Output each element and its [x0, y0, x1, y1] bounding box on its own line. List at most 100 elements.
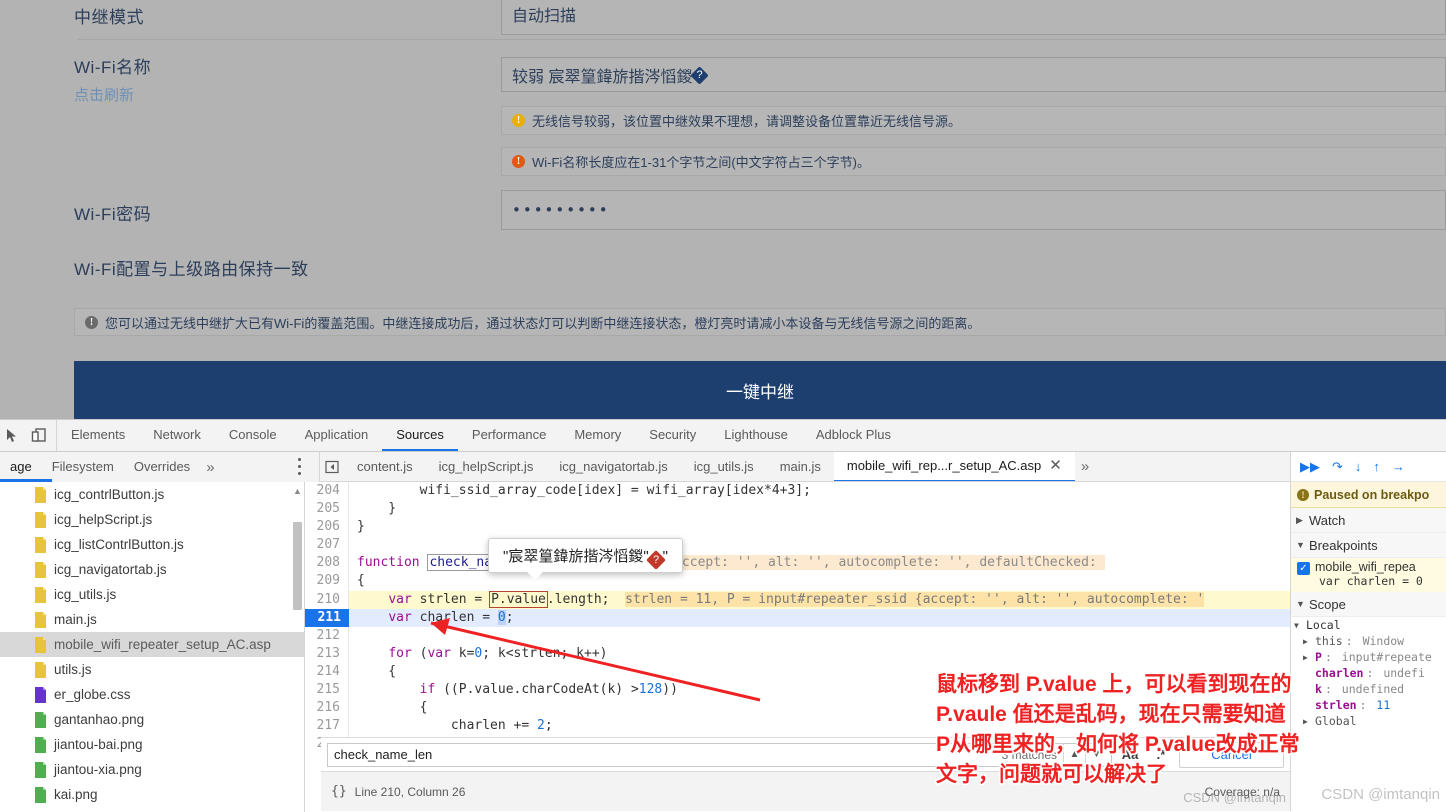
tree-item-partial[interactable] — [0, 807, 304, 812]
tree-item-er-globe-css[interactable]: er_globe.css — [0, 682, 304, 707]
tree-item-jiantou-xia-png[interactable]: jiantou-xia.png — [0, 757, 304, 782]
section-scope[interactable]: ▼ Scope — [1291, 592, 1446, 617]
scope-var-value: 11 — [1376, 698, 1390, 712]
step-over-icon[interactable]: ↷ — [1332, 460, 1343, 473]
tree-item-icg-listcontrlbutton-js[interactable]: icg_listContrlButton.js — [0, 532, 304, 557]
find-previous-icon[interactable]: ▲ — [1063, 743, 1085, 767]
resume-script-icon[interactable]: ▶▶ — [1300, 460, 1320, 473]
field-row-sync-config: Wi-Fi配置与上级路由保持一致 — [74, 255, 309, 280]
line-number: 217 — [305, 717, 349, 735]
value-wifi-ssid: 较弱 宸翠篁鍏旂揩涔慆鍐 — [512, 63, 692, 87]
code-line-207: 207 — [305, 536, 1434, 554]
tab-network[interactable]: Network — [139, 420, 215, 451]
hovered-expression[interactable]: P.value — [489, 591, 548, 608]
tab-elements[interactable]: Elements — [57, 420, 139, 451]
device-toolbar-icon[interactable] — [30, 427, 48, 445]
tab-memory[interactable]: Memory — [560, 420, 635, 451]
scope-local[interactable]: ▼ Local — [1291, 617, 1446, 633]
tree-item-jiantou-bai-png[interactable]: jiantou-bai.png — [0, 732, 304, 757]
inspect-element-icon[interactable] — [4, 427, 22, 445]
line-text: var strlen = P.value.length; strlen = 11… — [349, 591, 1434, 609]
info-note-text: 您可以通过无线中继扩大已有Wi-Fi的覆盖范围。中继连接成功后，通过状态灯可以判… — [105, 313, 980, 332]
editor-tab-icg-utils-js[interactable]: icg_utils.js — [681, 452, 767, 482]
pretty-print-icon[interactable]: {} — [331, 784, 347, 799]
tab-performance[interactable]: Performance — [458, 420, 560, 451]
editor-tab-content-js[interactable]: content.js — [344, 452, 426, 482]
tab-sources[interactable]: Sources — [382, 420, 458, 451]
tab-security[interactable]: Security — [635, 420, 710, 451]
line-number: 207 — [305, 536, 349, 554]
more-options-icon[interactable] — [298, 458, 301, 475]
breakpoint-checkbox[interactable]: ✓ — [1297, 562, 1310, 575]
search-input[interactable] — [332, 746, 1002, 763]
file-tree-scrollbar[interactable]: ▲ — [293, 486, 302, 808]
debugger-sidebar: ▶▶ ↷ ↓ ↑ → ! Paused on breakpo ▶ Watch ▼… — [1290, 452, 1446, 811]
scope-var-name: this — [1315, 634, 1343, 648]
breakpoint-item[interactable]: ✓ mobile_wifi_repea var charlen = 0 — [1291, 558, 1446, 592]
line-text: } — [349, 518, 1434, 536]
tooltip-text: "宸翠篁鍏旂揩涔慆鍐" — [503, 548, 649, 565]
editor-tab-icg-navigatortab-js[interactable]: icg_navigatortab.js — [546, 452, 680, 482]
link-refresh-scan[interactable]: 点击刷新 — [74, 84, 151, 105]
tree-item-icg-navigatortab-js[interactable]: icg_navigatortab.js — [0, 557, 304, 582]
tab-console[interactable]: Console — [215, 420, 291, 451]
collapse-sidebar-icon[interactable] — [320, 452, 344, 482]
step-icon[interactable]: → — [1392, 460, 1405, 473]
editor-tab-mobile-wifi-repeater-setup[interactable]: mobile_wifi_rep...r_setup_AC.asp ✕ — [834, 452, 1075, 482]
tab-application[interactable]: Application — [291, 420, 383, 451]
subtab-page[interactable]: age — [0, 453, 42, 481]
sources-subheader: age Filesystem Overrides » content.js ic… — [0, 452, 1446, 482]
tree-item-label: icg_listContrlButton.js — [54, 537, 184, 552]
line-text: } — [349, 500, 1434, 518]
line-text: { — [349, 572, 1434, 590]
tree-item-icg-utils-js[interactable]: icg_utils.js — [0, 582, 304, 607]
one-key-relay-button[interactable]: 一键中继 — [74, 361, 1446, 419]
line-number: 212 — [305, 627, 349, 645]
scroll-up-icon[interactable]: ▲ — [293, 486, 302, 496]
scope-var-this[interactable]: ▶ this: Window — [1291, 633, 1446, 649]
scope-global[interactable]: ▶ Global — [1291, 713, 1446, 729]
tree-item-icg-helpscript-js[interactable]: icg_helpScript.js — [0, 507, 304, 532]
tab-adblock-plus[interactable]: Adblock Plus — [802, 420, 905, 451]
code-line-214: 214 { — [305, 663, 1434, 681]
input-wifi-ssid[interactable]: 较弱 宸翠篁鍏旂揩涔慆鍐? — [501, 57, 1446, 92]
subtab-overrides[interactable]: Overrides — [124, 453, 200, 481]
line-text — [349, 627, 1434, 645]
cancel-button[interactable]: Cancel — [1179, 742, 1284, 768]
tree-item-kai-png[interactable]: kai.png — [0, 782, 304, 807]
match-case-toggle[interactable]: Aa — [1117, 747, 1143, 762]
scope-var-k: k: undefined — [1291, 681, 1446, 697]
input-wifi-password[interactable]: ••••••••• — [501, 190, 1446, 230]
input-relay-mode[interactable]: 自动扫描 — [501, 0, 1446, 35]
scroll-thumb[interactable] — [293, 522, 302, 610]
tree-item-icg-contrlbutton-js[interactable]: icg_contrlButton.js — [0, 482, 304, 507]
more-subtabs-icon[interactable]: » — [200, 459, 220, 476]
step-out-icon[interactable]: ↑ — [1373, 460, 1380, 473]
regex-toggle[interactable]: .* — [1148, 747, 1174, 762]
scope-var-p[interactable]: ▶ P: input#repeate — [1291, 649, 1446, 665]
editor-tab-main-js[interactable]: main.js — [767, 452, 834, 482]
tree-item-main-js[interactable]: main.js — [0, 607, 304, 632]
file-tree[interactable]: icg_contrlButton.js icg_helpScript.js ic… — [0, 482, 305, 812]
tree-item-utils-js[interactable]: utils.js — [0, 657, 304, 682]
image-file-icon — [34, 737, 47, 753]
step-into-icon[interactable]: ↓ — [1355, 460, 1362, 473]
close-icon[interactable]: ✕ — [1049, 458, 1062, 473]
alert-ssid-length-text: Wi-Fi名称长度应在1-31个字节之间(中文字符占三个字节)。 — [532, 152, 870, 171]
tree-item-mobile-wifi-repeater-setup-ac-asp[interactable]: mobile_wifi_repeater_setup_AC.asp — [0, 632, 304, 657]
find-next-icon[interactable]: ▼ — [1085, 743, 1107, 767]
more-editor-tabs-icon[interactable]: » — [1075, 458, 1095, 475]
subtab-filesystem[interactable]: Filesystem — [42, 453, 124, 481]
line-number: 205 — [305, 500, 349, 518]
code-line-208: 208 function check_name_len(P)epeater_ss… — [305, 554, 1434, 572]
line-number: 208 — [305, 554, 349, 572]
section-breakpoints[interactable]: ▼ Breakpoints — [1291, 533, 1446, 558]
value-relay-mode: 自动扫描 — [512, 2, 576, 26]
editor-tab-icg-helpscript-js[interactable]: icg_helpScript.js — [426, 452, 547, 482]
label-wifi-password: Wi-Fi密码 — [74, 200, 151, 225]
tree-item-gantanhao-png[interactable]: gantanhao.png — [0, 707, 304, 732]
search-field-wrapper[interactable]: 3 matches ▲ ▼ — [327, 743, 1112, 767]
tab-lighthouse[interactable]: Lighthouse — [710, 420, 802, 451]
section-watch[interactable]: ▶ Watch — [1291, 508, 1446, 533]
scope-var-name: P — [1315, 650, 1322, 664]
